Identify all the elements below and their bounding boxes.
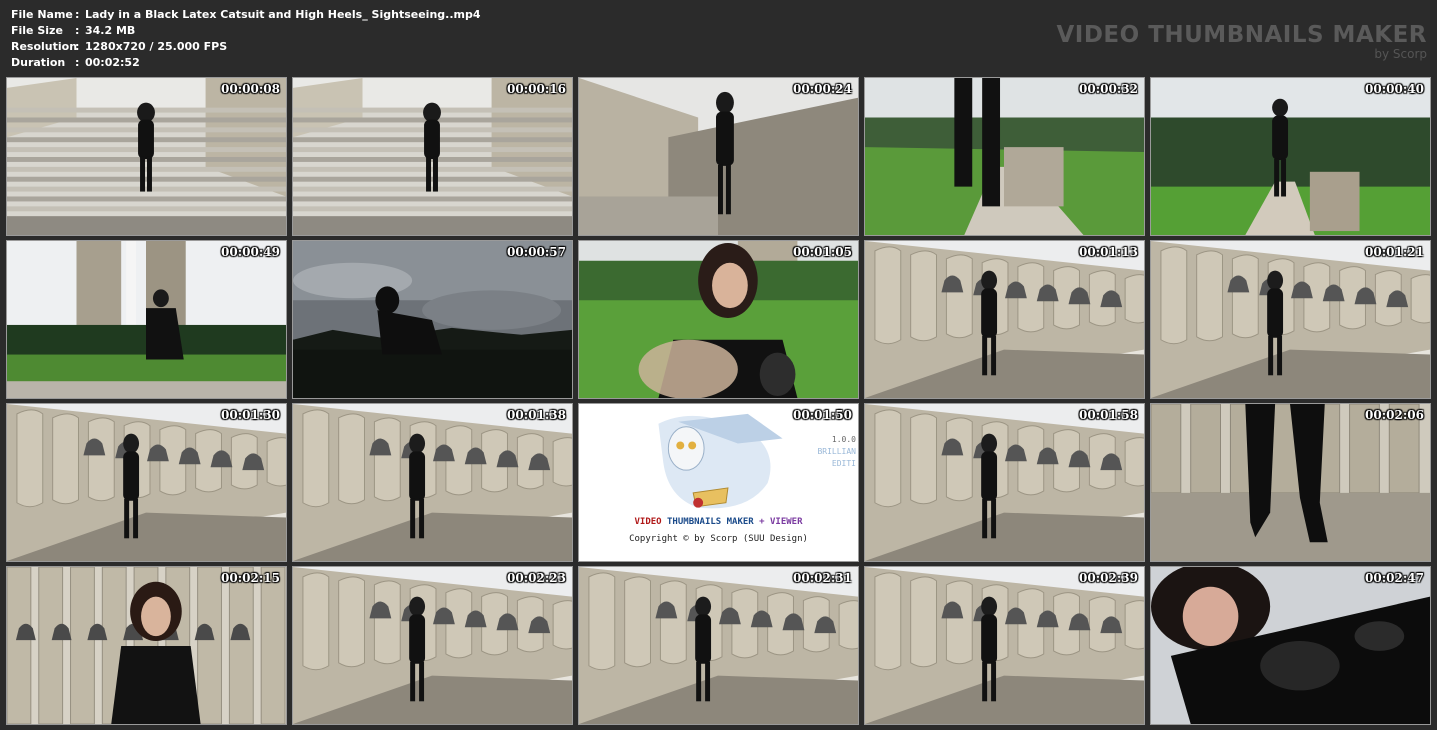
timestamp: 00:02:15	[221, 571, 280, 585]
timestamp: 00:00:57	[507, 245, 566, 259]
timestamp: 00:00:49	[221, 245, 280, 259]
thumbnail-image	[293, 241, 572, 398]
thumbnail-grid: 00:00:08 00:00:16 00:00:24 00:00:32 00:0…	[6, 77, 1431, 725]
thumbnail-frame[interactable]: 00:00:32	[864, 77, 1145, 236]
logo-product-name: VIDEO THUMBNAILS MAKER + VIEWER	[634, 517, 803, 527]
thumbnail-frame[interactable]: 00:02:15	[6, 566, 287, 725]
brand-title: VIDEO THUMBNAILS MAKER	[1056, 22, 1427, 48]
timestamp: 00:02:06	[1365, 408, 1424, 422]
thumbnail-frame[interactable]: 00:01:21	[1150, 240, 1431, 399]
thumbnail-image	[7, 404, 286, 561]
thumbnail-frame[interactable]: 00:00:08	[6, 77, 287, 236]
thumbnail-image	[293, 567, 572, 724]
file-size-label: File Size	[11, 24, 63, 37]
file-info: File Name : Lady in a Black Latex Catsui…	[11, 7, 481, 71]
thumbnail-image	[579, 78, 858, 235]
thumbnail-image	[579, 241, 858, 398]
timestamp: 00:02:39	[1079, 571, 1138, 585]
thumbnail-image	[865, 567, 1144, 724]
info-row-resolution: Resolution : 1280x720 / 25.000 FPS	[11, 40, 228, 53]
timestamp: 00:01:38	[507, 408, 566, 422]
file-name-value: Lady in a Black Latex Catsuit and High H…	[85, 8, 481, 21]
thumbnail-image	[293, 404, 572, 561]
thumbnail-image	[1151, 78, 1430, 235]
resolution-value: 1280x720 / 25.000 FPS	[85, 40, 228, 53]
timestamp: 00:01:21	[1365, 245, 1424, 259]
timestamp: 00:02:23	[507, 571, 566, 585]
timestamp: 00:00:24	[793, 82, 852, 96]
timestamp: 00:01:50	[793, 408, 852, 422]
timestamp: 00:02:31	[793, 571, 852, 585]
timestamp: 00:02:47	[1365, 571, 1424, 585]
thumbnail-frame[interactable]: 00:02:47	[1150, 566, 1431, 725]
thumbnail-image	[7, 78, 286, 235]
thumbnail-frame[interactable]: 00:02:39	[864, 566, 1145, 725]
thumbnail-image	[865, 404, 1144, 561]
brand-watermark: VIDEO THUMBNAILS MAKER by Scorp	[1056, 22, 1427, 60]
timestamp: 00:00:32	[1079, 82, 1138, 96]
thumbnail-image	[865, 241, 1144, 398]
timestamp: 00:00:40	[1365, 82, 1424, 96]
timestamp: 00:01:13	[1079, 245, 1138, 259]
thumbnail-image	[579, 567, 858, 724]
timestamp: 00:00:08	[221, 82, 280, 96]
thumbnail-frame[interactable]: 00:01:13	[864, 240, 1145, 399]
duration-value: 00:02:52	[85, 56, 140, 69]
thumbnail-frame[interactable]: 00:02:31	[578, 566, 859, 725]
thumbnail-image	[1151, 241, 1430, 398]
brand-subtitle: by Scorp	[1374, 47, 1427, 61]
thumbnail-image	[865, 78, 1144, 235]
thumbnail-image	[7, 567, 286, 724]
logo-edition: 1.0.0 BRILLIAN EDITI	[817, 435, 856, 468]
info-row-duration: Duration : 00:02:52	[11, 56, 140, 69]
info-row-file-name: File Name : Lady in a Black Latex Catsui…	[11, 8, 481, 21]
thumbnail-frame[interactable]: 00:02:06	[1150, 403, 1431, 562]
thumbnail-image	[1151, 567, 1430, 724]
thumbnail-frame[interactable]: 00:01:30	[6, 403, 287, 562]
info-row-file-size: File Size : 34.2 MB	[11, 24, 136, 37]
thumbnail-frame[interactable]: 00:01:58	[864, 403, 1145, 562]
timestamp: 00:01:58	[1079, 408, 1138, 422]
thumbnail-image	[7, 241, 286, 398]
thumbnail-frame[interactable]: 00:02:23	[292, 566, 573, 725]
thumbnail-frame[interactable]: 00:01:38	[292, 403, 573, 562]
thumbnail-frame[interactable]: 00:00:40	[1150, 77, 1431, 236]
duration-label: Duration	[11, 56, 66, 69]
timestamp: 00:01:30	[221, 408, 280, 422]
thumbnail-frame[interactable]: 00:00:49	[6, 240, 287, 399]
logo-copyright: Copyright © by Scorp (SUU Design)	[629, 534, 808, 544]
resolution-label: Resolution	[11, 40, 78, 53]
timestamp: 00:01:05	[793, 245, 852, 259]
thumbnail-image	[293, 78, 572, 235]
thumbnail-frame[interactable]: 00:01:05	[578, 240, 859, 399]
thumbnail-frame[interactable]: 00:00:57	[292, 240, 573, 399]
file-name-label: File Name	[11, 8, 73, 21]
thumbnail-image	[1151, 404, 1430, 561]
timestamp: 00:00:16	[507, 82, 566, 96]
thumbnail-frame[interactable]: 00:00:16	[292, 77, 573, 236]
thumbnail-frame[interactable]: 00:00:24	[578, 77, 859, 236]
thumbnail-logo-frame[interactable]: VIDEO THUMBNAILS MAKER + VIEWER Copyrigh…	[578, 403, 859, 562]
file-size-value: 34.2 MB	[85, 24, 136, 37]
